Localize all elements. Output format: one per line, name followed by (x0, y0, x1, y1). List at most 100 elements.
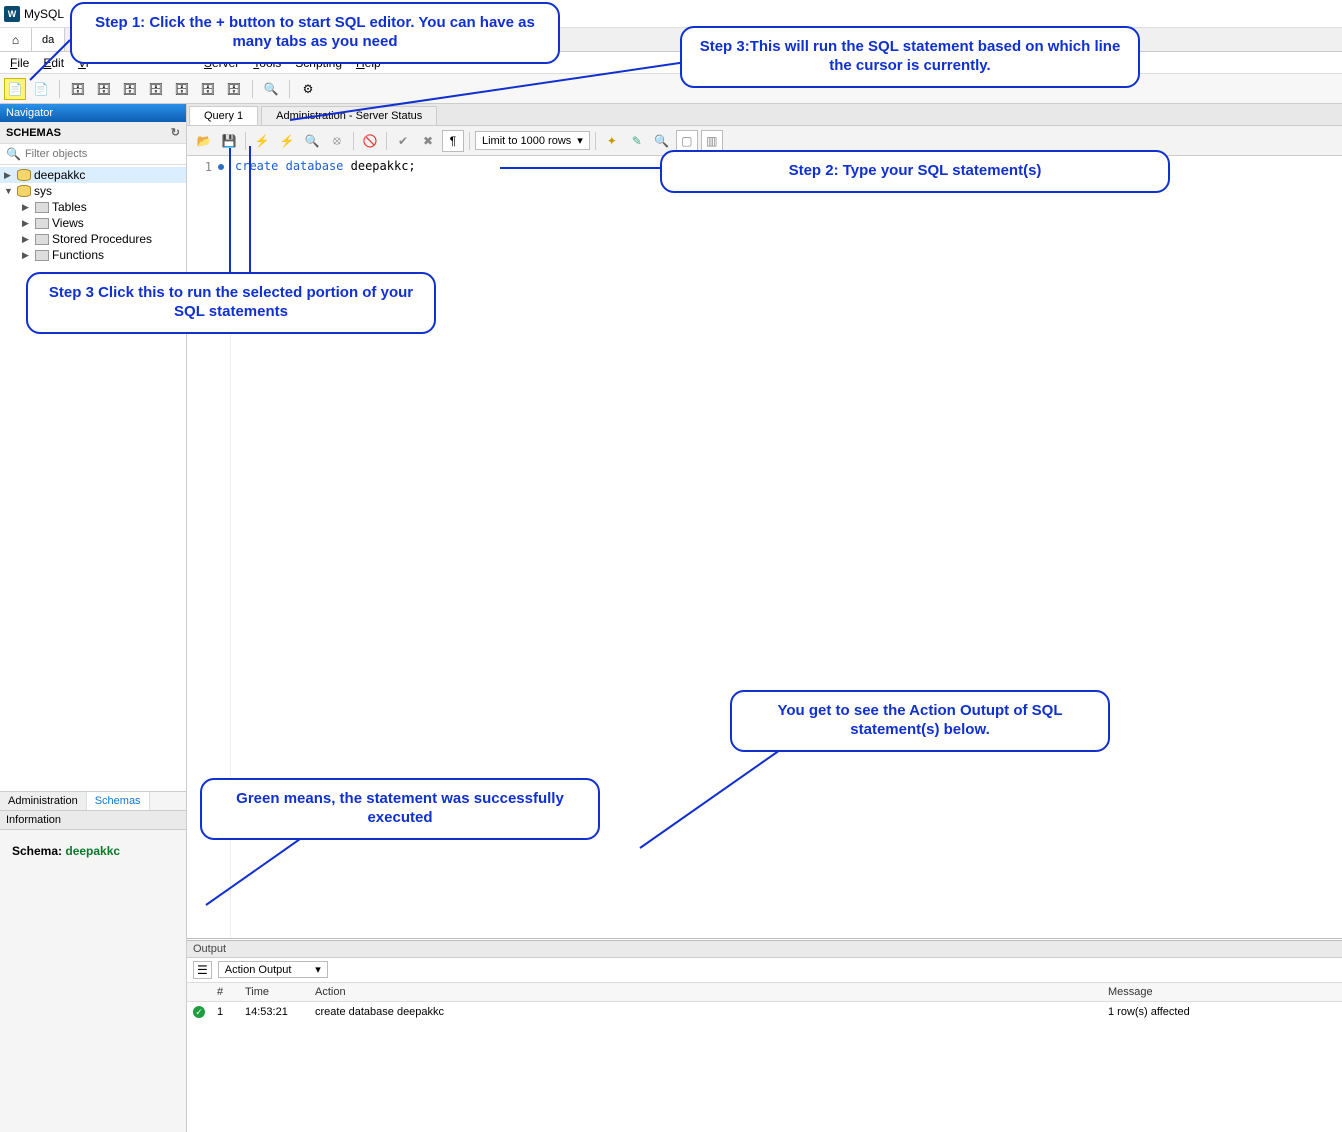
chevron-down-icon: ▾ (577, 134, 583, 147)
lightning-cursor-icon: ⚡ (280, 134, 295, 148)
connection-tab[interactable]: da (32, 28, 65, 51)
navigator-bottom-tabs: Administration Schemas (0, 791, 186, 810)
home-icon: ⌂ (12, 33, 19, 47)
magnify-sql-icon: 🔍 (305, 134, 320, 148)
filter-row: 🔍 (0, 144, 186, 165)
tab-administration[interactable]: Administration (0, 792, 87, 810)
tab-schemas[interactable]: Schemas (87, 792, 150, 810)
star-icon: ✦ (607, 134, 617, 148)
panel-icon: ▥ (706, 134, 717, 148)
beautify-button[interactable]: ✦ (601, 130, 623, 152)
schema-name: deepakkc (65, 844, 120, 858)
output-panel: Output ☰ Action Output ▾ # Time Action M… (187, 938, 1342, 1132)
expand-icon[interactable]: ▶ (22, 218, 32, 229)
tb-btn-6[interactable]: 🗄 (145, 78, 167, 100)
rollback-button[interactable]: ✖ (417, 130, 439, 152)
snippet-button[interactable]: ▢ (676, 130, 698, 152)
app-icon: W (4, 6, 20, 22)
schema-label: Schema: (12, 844, 62, 858)
information-header: Information (0, 810, 186, 830)
check-icon: ✔ (398, 134, 408, 148)
toggle-whitespace-button[interactable]: ¶ (442, 130, 464, 152)
toggle-autocommit-button[interactable]: 🚫 (359, 130, 381, 152)
x-icon: ✖ (423, 134, 433, 148)
toolbar-separator (595, 132, 596, 150)
out-action: create database deepakkc (309, 1001, 1102, 1022)
tree-label: deepakkc (34, 168, 85, 182)
search-icon: 🔍 (654, 134, 669, 148)
brush-button[interactable]: ✎ (626, 130, 648, 152)
callout-step3a: Step 3:This will run the SQL statement b… (680, 26, 1140, 88)
menu-edit[interactable]: Edit (37, 54, 70, 72)
open-sql-button[interactable]: 📄 (30, 78, 52, 100)
settings-icon: ⚙ (303, 82, 314, 96)
tb-btn-8[interactable]: 🗄 (197, 78, 219, 100)
schema-tree: ▶ deepakkc ▼ sys ▶ Tables ▶ Views ▶ (0, 165, 186, 791)
tree-schema-deepakkc[interactable]: ▶ deepakkc (0, 167, 186, 183)
expand-icon[interactable]: ▶ (22, 202, 32, 213)
col-message: Message (1102, 983, 1342, 1002)
refresh-icon[interactable]: ↻ (171, 126, 180, 139)
tb-btn-10[interactable]: 🔍 (260, 78, 282, 100)
callout-green: Green means, the statement was successfu… (200, 778, 600, 840)
tb-btn-5[interactable]: 🗄 (119, 78, 141, 100)
success-icon: ✓ (193, 1006, 205, 1018)
callout-output: You get to see the Action Outupt of SQL … (730, 690, 1110, 752)
output-row[interactable]: ✓ 1 14:53:21 create database deepakkc 1 … (187, 1001, 1342, 1022)
output-header-row: # Time Action Message (187, 983, 1342, 1002)
new-sql-tab-button[interactable]: 📄 (4, 78, 26, 100)
callout-step2: Step 2: Type your SQL statement(s) (660, 150, 1170, 193)
sql-open-icon: 📄 (34, 82, 49, 96)
output-list-icon[interactable]: ☰ (193, 961, 212, 979)
tree-stored-procedures[interactable]: ▶ Stored Procedures (0, 231, 186, 247)
tb-btn-4[interactable]: 🗄 (93, 78, 115, 100)
tb-btn-9[interactable]: 🗄 (223, 78, 245, 100)
output-table: # Time Action Message ✓ 1 14:53:21 creat… (187, 983, 1342, 1022)
tree-schema-sys[interactable]: ▼ sys (0, 183, 186, 199)
tree-label: Views (52, 216, 84, 230)
tb-btn-3[interactable]: 🗄 (67, 78, 89, 100)
tree-label: sys (34, 184, 52, 198)
tree-label: Functions (52, 248, 104, 262)
output-type-select[interactable]: Action Output ▾ (218, 961, 328, 978)
tb-btn-7[interactable]: 🗄 (171, 78, 193, 100)
folder-open-icon: 📂 (197, 134, 212, 148)
toolbar-separator (245, 132, 246, 150)
execute-current-button[interactable]: ⚡ (276, 130, 298, 152)
explain-button[interactable]: 🔍 (301, 130, 323, 152)
tb-btn-11[interactable]: ⚙ (297, 78, 319, 100)
tree-tables[interactable]: ▶ Tables (0, 199, 186, 215)
callout-step3b: Step 3 Click this to run the selected po… (26, 272, 436, 334)
database-icon (17, 168, 31, 182)
expand-icon[interactable]: ▶ (22, 250, 32, 261)
save-file-button[interactable]: 💾 (218, 130, 240, 152)
toolbar-separator (59, 80, 60, 98)
find-button[interactable]: 🔍 (651, 130, 673, 152)
expand-icon[interactable]: ▶ (22, 234, 32, 245)
db-icon: 🗄 (226, 82, 241, 96)
tab-query1[interactable]: Query 1 (189, 106, 258, 125)
output-type-label: Action Output (225, 964, 292, 976)
line-number: 1 (205, 160, 212, 174)
tree-functions[interactable]: ▶ Functions (0, 247, 186, 263)
db-icon: 🗄 (96, 82, 111, 96)
tab-admin-status[interactable]: Administration - Server Status (261, 106, 437, 125)
save-icon: 💾 (222, 134, 237, 148)
stop-button[interactable]: ⦻ (326, 130, 348, 152)
expand-icon[interactable]: ▶ (4, 170, 14, 181)
col-num: # (211, 983, 239, 1002)
home-tab[interactable]: ⌂ (0, 28, 32, 51)
open-file-button[interactable]: 📂 (193, 130, 215, 152)
execute-button[interactable]: ⚡ (251, 130, 273, 152)
navigator-header: Navigator (0, 104, 186, 122)
tree-views[interactable]: ▶ Views (0, 215, 186, 231)
toolbar-separator (252, 80, 253, 98)
menu-file[interactable]: File (4, 54, 35, 72)
collapse-icon[interactable]: ▼ (4, 186, 14, 196)
filter-input[interactable] (25, 148, 180, 160)
commit-button[interactable]: ✔ (392, 130, 414, 152)
db-icon: 🗄 (70, 82, 85, 96)
row-limit-select[interactable]: Limit to 1000 rows ▾ (475, 131, 590, 150)
toolbar-separator (353, 132, 354, 150)
panel-toggle-button[interactable]: ▥ (701, 130, 723, 152)
